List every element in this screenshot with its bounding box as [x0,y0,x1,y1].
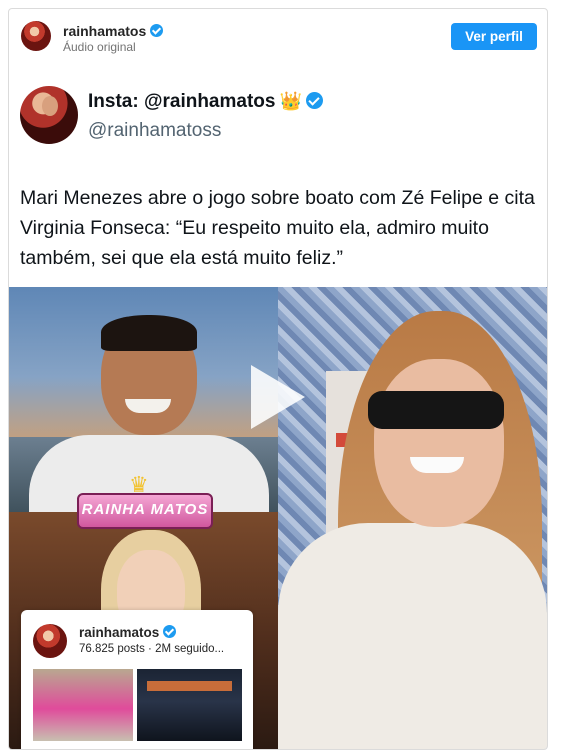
rainha-matos-logo: RAINHA MATOS [77,493,213,529]
crown-icon: 👑 [279,91,302,111]
profile-username-row[interactable]: rainhamatos [79,625,177,640]
profile-thumbnail[interactable] [33,669,133,741]
username[interactable]: rainhamatos [63,23,146,39]
tweet-avatar [20,86,78,144]
verified-badge-icon [305,92,323,109]
avatar[interactable] [33,624,67,658]
tweet-handle: @rainhamatoss [88,120,222,141]
tweet-screenshot: Insta: @rainhamatos 👑 @rainhamatoss Mari … [9,65,547,287]
verified-badge-icon [150,24,164,37]
profile-stats: 76.825 posts · 2M seguido... [79,643,225,655]
avatar[interactable] [21,21,51,51]
profile-preview-card[interactable]: rainhamatos 76.825 posts · 2M seguido... [21,610,253,749]
view-profile-button[interactable]: Ver perfil [451,23,537,50]
video-media[interactable]: ♛ RAINHA MATOS rainhamatos 76.825 posts … [9,287,547,749]
play-icon[interactable] [251,365,305,429]
instagram-embed-card: rainhamatos Áudio original Ver perfil In… [8,8,548,750]
post-header: rainhamatos Áudio original Ver perfil [9,9,547,65]
photo-woman-sunglasses [278,287,547,749]
audio-label[interactable]: Áudio original [63,40,136,54]
verified-badge-icon [163,625,177,638]
tweet-display-name: Insta: @rainhamatos 👑 [88,91,323,113]
username-row[interactable]: rainhamatos [63,23,164,39]
profile-thumbnail[interactable] [137,669,242,741]
tweet-text: Mari Menezes abre o jogo sobre boato com… [20,187,535,269]
